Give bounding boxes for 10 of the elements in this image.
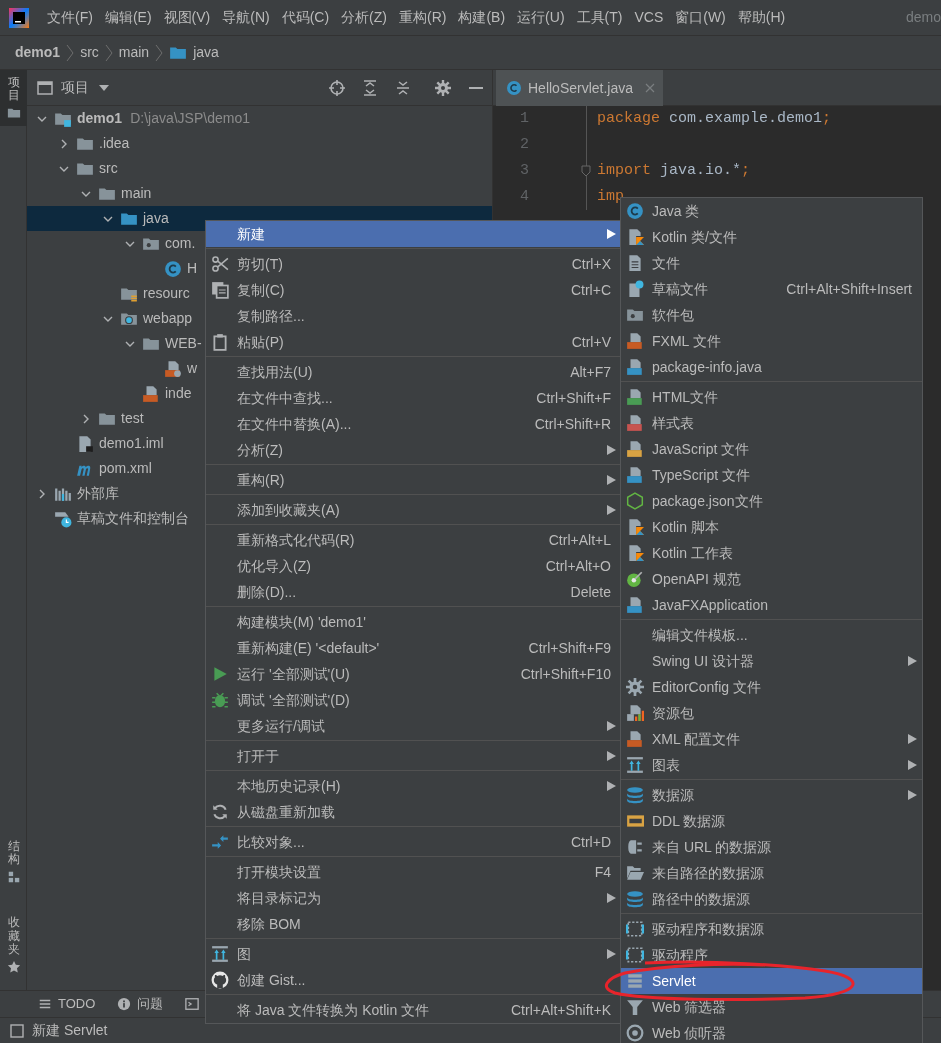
status-text: 新建 Servlet [32, 1021, 108, 1040]
panel-title: 项目 [61, 78, 89, 97]
module-path: D:\java\JSP\demo1 [130, 109, 250, 128]
code-text: package com.example.demo1; [597, 108, 832, 129]
code-text: import java.io.*; [597, 160, 751, 181]
line-number: 2 [519, 134, 529, 155]
line-number: 4 [519, 186, 529, 207]
line-number: 3 [519, 160, 529, 181]
window-title: demo [905, 8, 941, 27]
line-number: 1 [519, 108, 529, 129]
